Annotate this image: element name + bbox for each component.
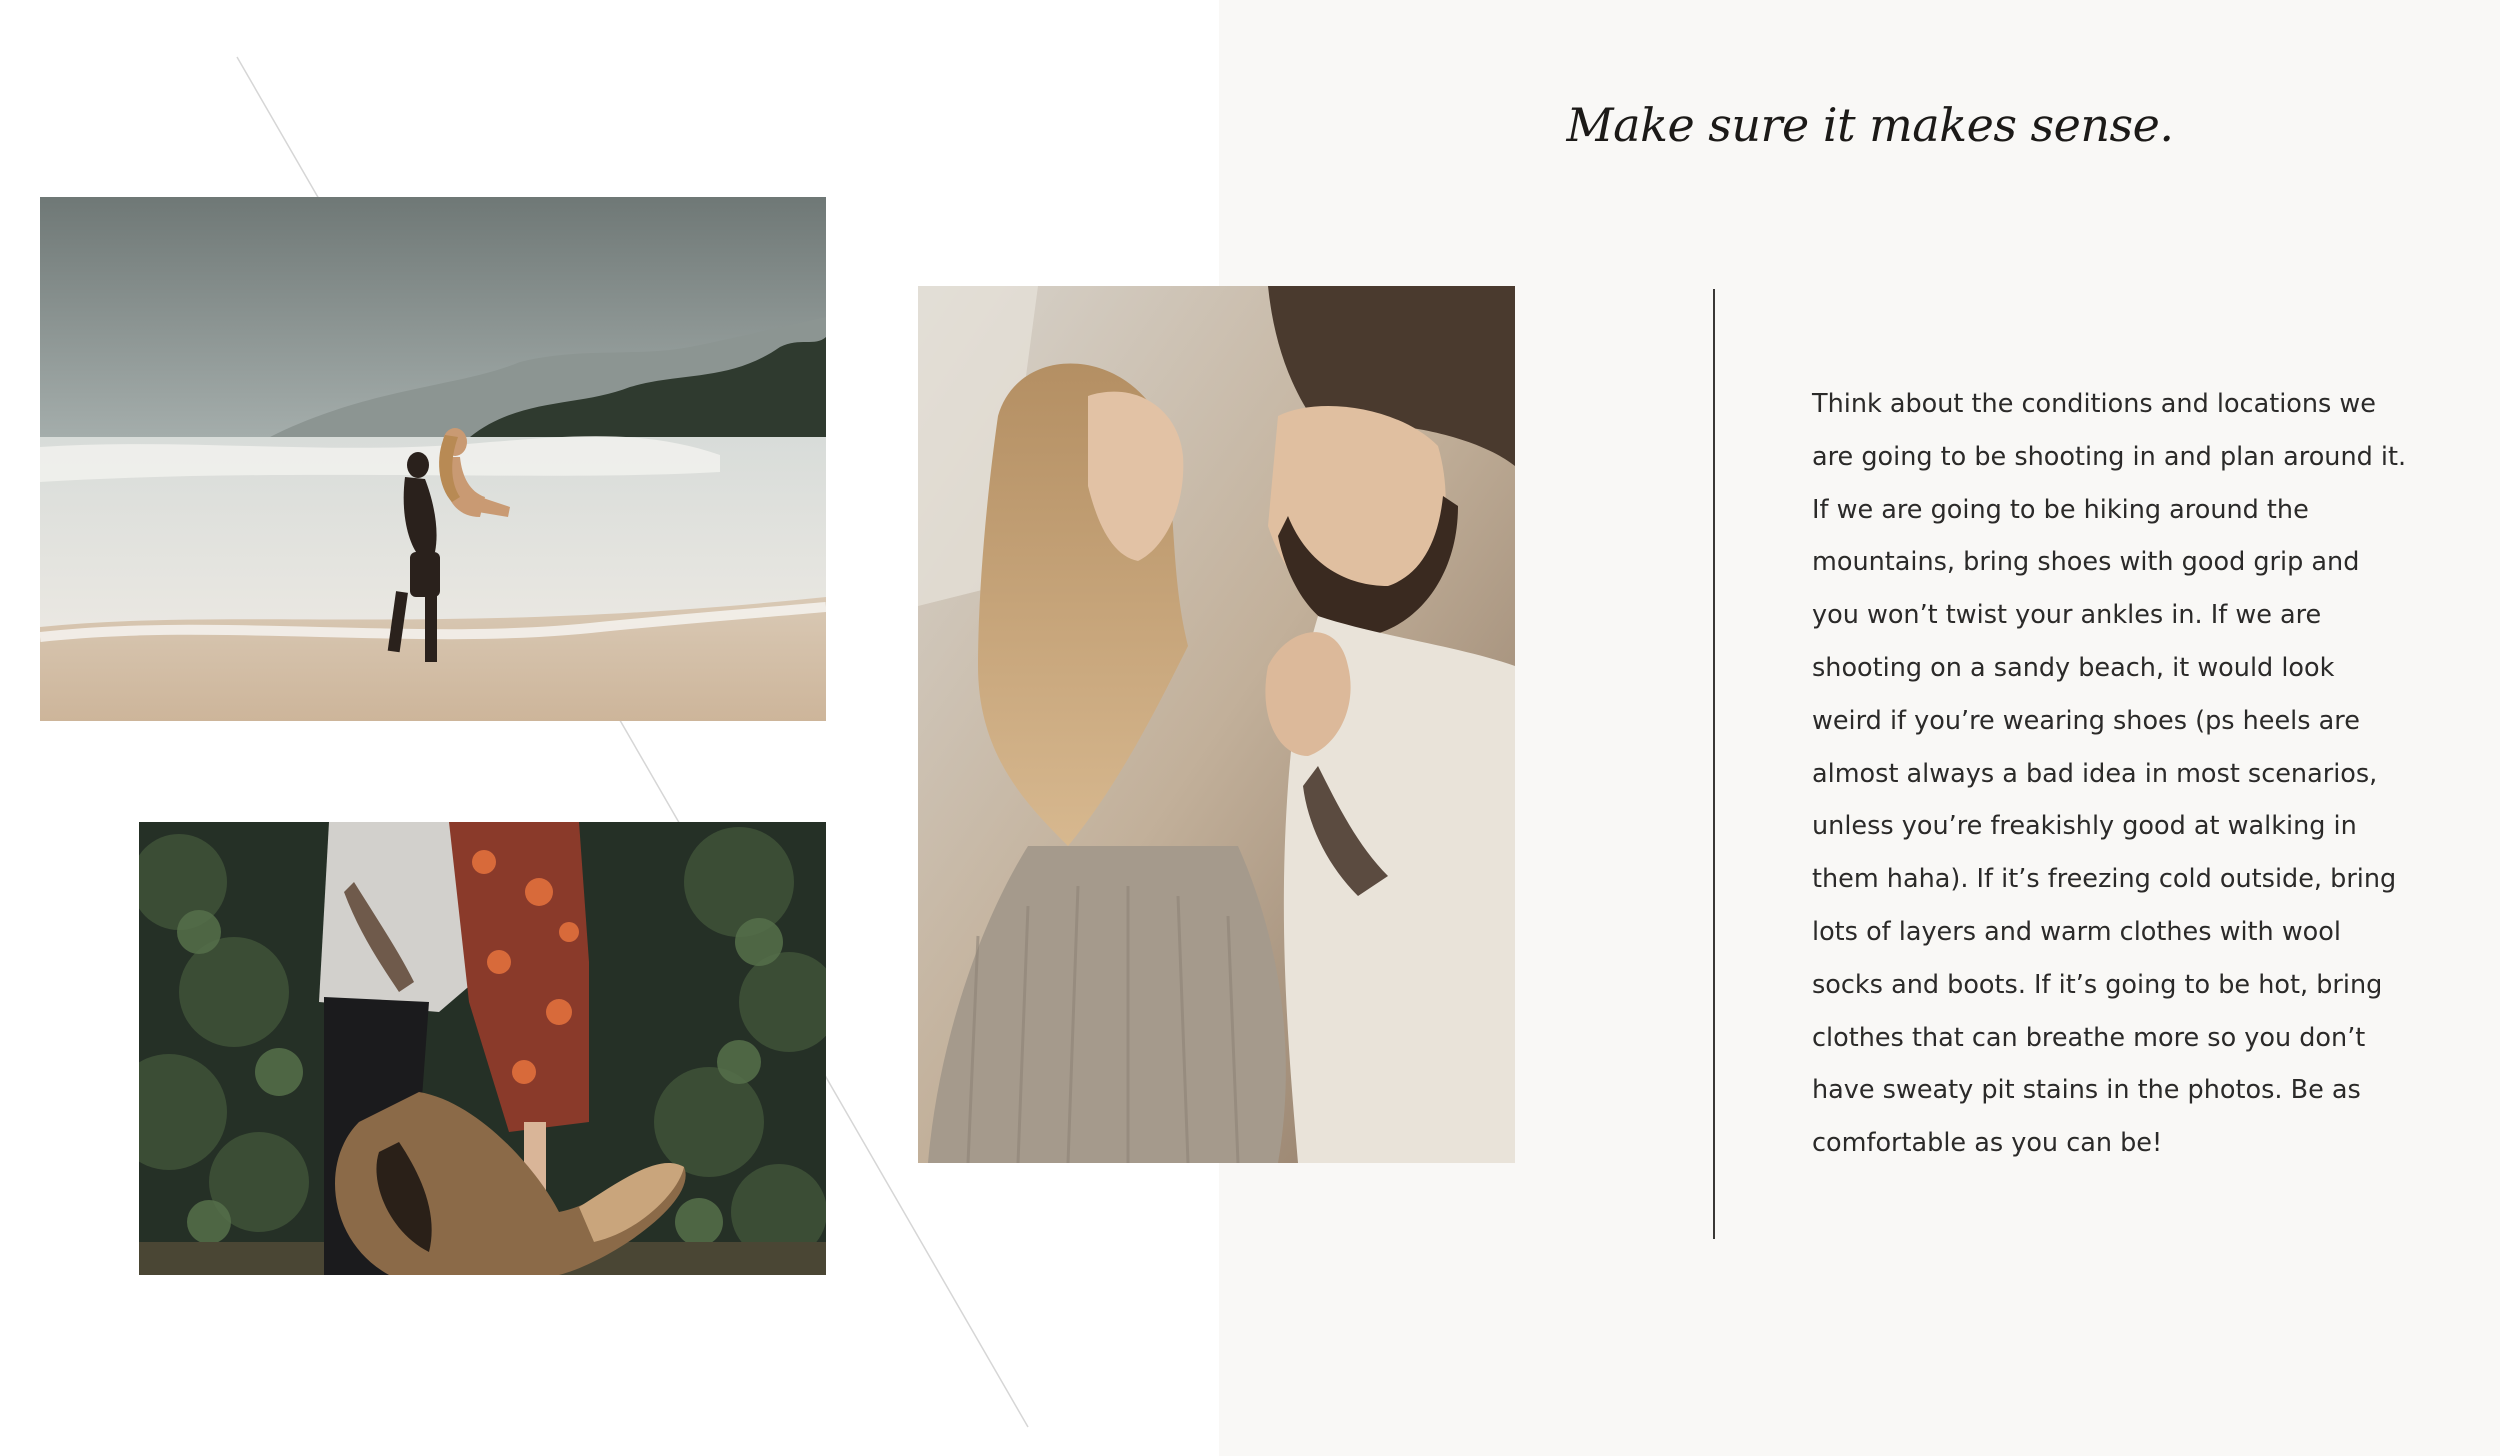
couple-kissing-photo xyxy=(918,286,1515,1163)
beach-couple-photo xyxy=(40,197,826,721)
vertical-divider xyxy=(1713,289,1715,1239)
body-paragraph: Think about the conditions and locations… xyxy=(1812,389,2407,1159)
page-heading: Make sure it makes sense. xyxy=(1566,98,2174,152)
couple-with-dog-photo xyxy=(139,822,826,1275)
